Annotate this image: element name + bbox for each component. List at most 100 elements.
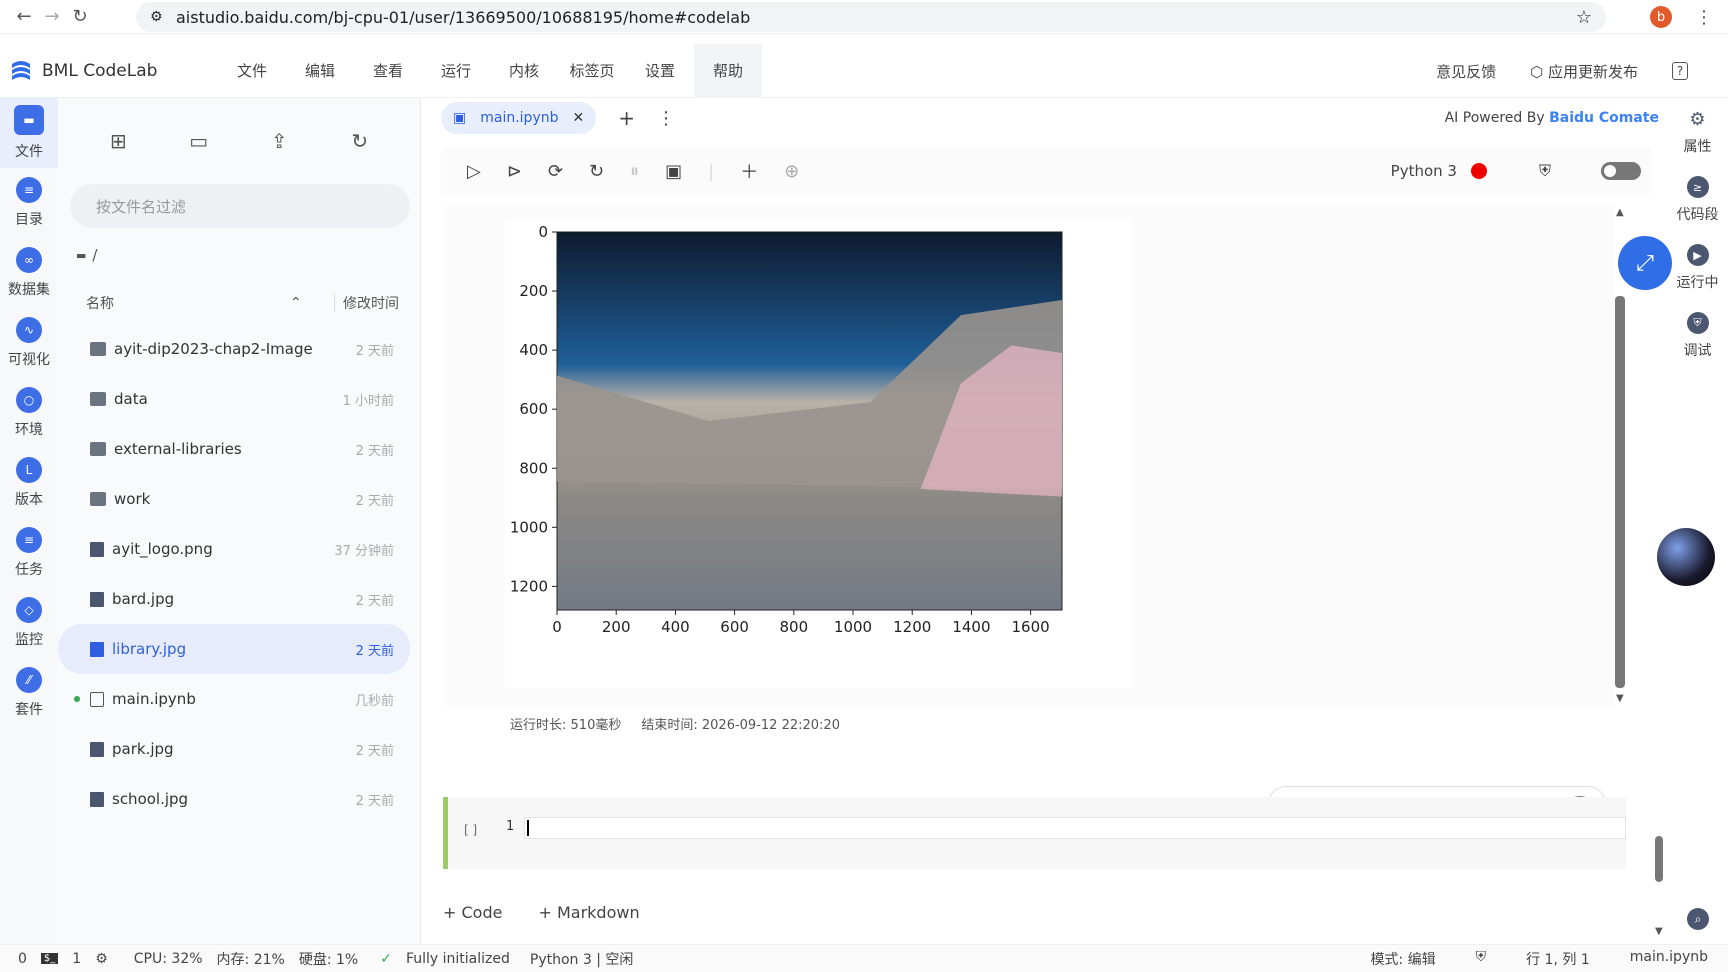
- menu-tabs[interactable]: 标签页: [558, 44, 626, 98]
- y-axis: 0 200 400 600 800 1000 1200: [510, 223, 557, 595]
- back-icon[interactable]: ←: [10, 3, 38, 31]
- end-time-value: 2026-09-12 22:20:20: [701, 718, 840, 733]
- code-cell[interactable]: [ ] 1: [443, 797, 1626, 869]
- col-name[interactable]: 名称: [86, 293, 114, 313]
- col-modified[interactable]: 修改时间: [334, 293, 399, 313]
- rail-running[interactable]: ▶ 运行中: [1667, 234, 1728, 302]
- notebook-scroll-down-icon[interactable]: ▼: [1655, 926, 1663, 937]
- menu-view[interactable]: 查看: [354, 44, 422, 98]
- app-logo[interactable]: BML CodeLab: [8, 58, 218, 84]
- menu-run[interactable]: 运行: [422, 44, 490, 98]
- tab-main-ipynb[interactable]: ▣ main.ipynb ✕: [441, 102, 597, 134]
- rail-debug[interactable]: ⛨ 调试: [1667, 302, 1728, 370]
- rail-visualize[interactable]: ∿ 可视化: [0, 308, 58, 378]
- reload-icon[interactable]: ↻: [66, 3, 94, 31]
- rail-properties[interactable]: ⚙ 属性: [1667, 98, 1728, 166]
- menu-help[interactable]: 帮助: [694, 43, 762, 98]
- cpu-usage: CPU: 32%: [133, 950, 203, 967]
- more-icon[interactable]: ⋮: [657, 108, 675, 129]
- code-editor[interactable]: [524, 817, 1626, 839]
- rail-monitor[interactable]: ◇ 监控: [0, 588, 58, 658]
- file-row[interactable]: ayit_logo.png 37 分钟前: [58, 524, 410, 574]
- rail-task[interactable]: ≡ 任务: [0, 518, 58, 588]
- rail-suite[interactable]: ⁄⁄ 套件: [0, 658, 58, 728]
- assistant-avatar[interactable]: [1657, 528, 1715, 586]
- locate-icon[interactable]: ⊕: [784, 161, 799, 182]
- y-tick-label: 200: [519, 282, 548, 300]
- browser-menu-icon[interactable]: ⋮: [1690, 3, 1718, 31]
- file-row[interactable]: school.jpg 2 天前: [58, 774, 410, 824]
- run-duration: 运行时长: 510毫秒: [510, 714, 621, 733]
- kernel-state[interactable]: Python 3 | 空闲: [530, 949, 634, 969]
- search-icon[interactable]: ⌕: [1687, 908, 1709, 930]
- app-header: BML CodeLab 文件 编辑 查看 运行 内核 标签页 设置 帮助 意见反…: [0, 43, 1728, 98]
- file-row[interactable]: external-libraries 2 天前: [58, 424, 410, 474]
- monitor-icon: ◇: [16, 597, 42, 623]
- add-code-button[interactable]: + Code: [443, 903, 502, 922]
- scroll-up-icon[interactable]: ▲: [1616, 207, 1624, 218]
- rail-version[interactable]: L 版本: [0, 448, 58, 518]
- help-icon[interactable]: ?: [1672, 62, 1688, 80]
- kernel-status[interactable]: Python 3 ⛨: [1391, 161, 1551, 181]
- run-cell-icon[interactable]: ▷: [467, 161, 481, 182]
- add-markdown-button[interactable]: + Markdown: [538, 903, 639, 922]
- new-file-icon[interactable]: ⊞: [104, 127, 132, 155]
- scroll-down-icon[interactable]: ▼: [1616, 693, 1624, 704]
- release-link[interactable]: ⬡ 应用更新发布: [1530, 61, 1638, 82]
- rail-snippets[interactable]: ≥ 代码段: [1667, 166, 1728, 234]
- rail-dataset[interactable]: ∞ 数据集: [0, 238, 58, 308]
- editor-mode[interactable]: 模式: 编辑: [1370, 949, 1435, 969]
- file-modified: 1 小时前: [342, 393, 394, 409]
- insert-cell-icon[interactable]: ＋: [740, 158, 758, 184]
- rail-files[interactable]: ▬ 文件: [0, 98, 58, 168]
- new-folder-icon[interactable]: ▭: [185, 127, 213, 155]
- line-number: 1: [506, 819, 515, 834]
- rail-toc[interactable]: ≡ 目录: [0, 168, 58, 238]
- comate-float-button[interactable]: ⤢: [1618, 236, 1672, 290]
- debugger-toggle[interactable]: [1601, 162, 1641, 180]
- image-file-icon: [90, 591, 104, 607]
- kernel-count[interactable]: 1: [72, 951, 81, 967]
- menu-file[interactable]: 文件: [218, 44, 286, 98]
- add-tab-icon[interactable]: +: [618, 106, 635, 130]
- address-bar[interactable]: ⚙ aistudio.baidu.com/bj-cpu-01/user/1366…: [136, 2, 1606, 32]
- notebook-scrollbar[interactable]: [1655, 836, 1663, 882]
- restart-kernel-icon[interactable]: ↻: [589, 161, 604, 182]
- comate-brand[interactable]: Baidu Comate: [1549, 110, 1659, 126]
- file-row[interactable]: main.ipynb 几秒前: [58, 674, 410, 724]
- file-row[interactable]: park.jpg 2 天前: [58, 724, 410, 774]
- menu-settings[interactable]: 设置: [626, 44, 694, 98]
- interrupt-icon[interactable]: ⏸: [630, 161, 639, 182]
- notebook-icon: [90, 691, 104, 707]
- save-icon[interactable]: ▣: [665, 161, 682, 182]
- sort-chevron-up-icon[interactable]: ⌃: [290, 295, 302, 311]
- restart-run-icon[interactable]: ⟳: [548, 161, 563, 182]
- forward-icon[interactable]: →: [38, 3, 66, 31]
- menu-edit[interactable]: 编辑: [286, 44, 354, 98]
- run-all-icon[interactable]: ⊳: [507, 161, 522, 182]
- file-row-selected[interactable]: library.jpg 2 天前: [58, 624, 410, 674]
- file-row[interactable]: work 2 天前: [58, 474, 410, 524]
- bookmark-star-icon[interactable]: ☆: [1576, 7, 1592, 28]
- profile-avatar[interactable]: b: [1650, 6, 1672, 28]
- site-info-icon[interactable]: ⚙: [150, 9, 163, 25]
- terminal-count[interactable]: 0: [18, 951, 27, 967]
- refresh-icon[interactable]: ↻: [346, 127, 374, 155]
- init-status: Fully initialized: [405, 950, 510, 967]
- debug-icon[interactable]: ⛨: [1539, 161, 1551, 181]
- cursor-position[interactable]: 行 1, 列 1: [1526, 949, 1590, 969]
- breadcrumb-root[interactable]: /: [92, 246, 97, 264]
- file-row[interactable]: data 1 小时前: [58, 374, 410, 424]
- upload-icon[interactable]: ⇪: [265, 127, 293, 155]
- file-row[interactable]: ayit-dip2023-chap2-ImageBasics 2 天前: [58, 324, 410, 374]
- output-scrollbar[interactable]: [1615, 296, 1625, 688]
- file-filter-input[interactable]: 按文件名过滤: [70, 184, 410, 228]
- close-icon[interactable]: ✕: [573, 110, 585, 126]
- feedback-link[interactable]: 意见反馈: [1436, 61, 1496, 82]
- menu-kernel[interactable]: 内核: [490, 44, 558, 98]
- file-row[interactable]: bard.jpg 2 天前: [58, 574, 410, 624]
- plot-image: [556, 231, 1063, 611]
- rail-environment[interactable]: ○ 环境: [0, 378, 58, 448]
- chart-icon: ∿: [16, 317, 42, 343]
- y-tick-label: 1000: [510, 518, 548, 536]
